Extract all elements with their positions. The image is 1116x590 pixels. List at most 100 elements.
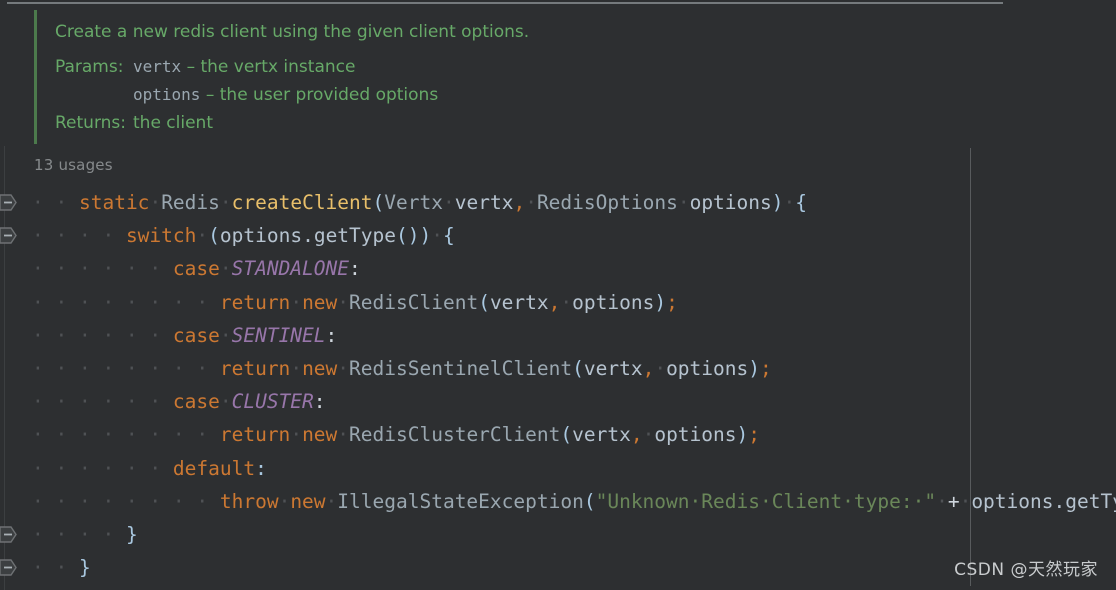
- code-token: ): [654, 291, 666, 314]
- indent-guide: · · · · · · · ·: [32, 490, 208, 513]
- doc-param-dash: –: [206, 85, 215, 105]
- indent-guide: · · · · · ·: [32, 457, 161, 480]
- doc-param-dash: –: [187, 57, 196, 77]
- code-token: ·: [290, 357, 302, 380]
- code-token: return: [220, 357, 290, 380]
- code-token: new: [290, 490, 325, 513]
- line-return-sentinel[interactable]: · · · · · · · · return·new·RedisSentinel…: [0, 352, 1116, 385]
- code-token: :: [349, 257, 361, 280]
- code-token: getType: [314, 224, 396, 247]
- indent-guide: · ·: [32, 556, 67, 579]
- code-token: case: [173, 257, 220, 280]
- code-token: :: [255, 457, 267, 480]
- code-token: ,: [549, 291, 561, 314]
- code-token: ·: [960, 490, 972, 513]
- doc-params-label: Params:: [55, 53, 133, 81]
- doc-returns-label: Returns:: [55, 109, 133, 137]
- code-token: vertx: [455, 191, 514, 214]
- code-token: options: [690, 191, 772, 214]
- code-token: RedisClusterClient: [349, 423, 560, 446]
- code-token: options: [220, 224, 302, 247]
- code-token: ): [772, 191, 784, 214]
- line-case-sentinel[interactable]: · · · · · · case·SENTINEL:: [0, 319, 1116, 352]
- indent-guide: · · · · · ·: [32, 324, 161, 347]
- code-token: switch: [126, 224, 196, 247]
- code-token: ·: [337, 291, 349, 314]
- code-token: :: [314, 390, 326, 413]
- editor-screenshot: Create a new redis client using the give…: [0, 0, 1116, 590]
- fold-marker-method-icon[interactable]: [0, 192, 18, 213]
- indent-guide: · · · ·: [32, 224, 114, 247]
- code-token: ·: [560, 291, 572, 314]
- doc-returns-value: the client: [133, 109, 985, 137]
- line-default[interactable]: · · · · · · default:: [0, 452, 1116, 485]
- line-signature[interactable]: · · static·Redis·createClient(Vertx·vert…: [0, 186, 1116, 219]
- line-case-standalone[interactable]: · · · · · · case·STANDALONE:: [0, 252, 1116, 285]
- code-token: ·: [784, 191, 796, 214]
- line-case-cluster[interactable]: · · · · · · case·CLUSTER:: [0, 385, 1116, 418]
- line-close-method[interactable]: · · }: [0, 551, 1116, 584]
- doc-param-item: options – the user provided options: [133, 85, 438, 105]
- code-lines: · · static·Redis·createClient(Vertx·vert…: [0, 186, 1116, 584]
- code-token: createClient: [232, 191, 373, 214]
- code-token: default: [173, 457, 255, 480]
- code-token: (: [572, 357, 584, 380]
- code-token: IllegalStateException: [337, 490, 584, 513]
- code-token: options: [654, 423, 736, 446]
- code-token: .: [302, 224, 314, 247]
- code-token: }: [79, 556, 91, 579]
- code-token: ·: [678, 191, 690, 214]
- code-token: STANDALONE: [232, 257, 349, 280]
- indent-guide: · · · ·: [32, 523, 114, 546]
- documentation-popup: Create a new redis client using the give…: [0, 4, 1003, 146]
- code-token: ·: [220, 257, 232, 280]
- code-token: new: [302, 423, 337, 446]
- indent-guide: · · · · · · · ·: [32, 423, 208, 446]
- code-token: ·: [290, 423, 302, 446]
- code-token: :: [326, 324, 338, 347]
- code-token: ·: [220, 191, 232, 214]
- doc-returns-row: Returns: the client: [55, 109, 985, 137]
- doc-params-row: Params: vertx – the vertx instance optio…: [55, 53, 985, 109]
- code-editor[interactable]: 13 usages · · static·Redis·createClient(…: [0, 146, 1116, 590]
- doc-params-list: vertx – the vertx instance options – the…: [133, 53, 985, 109]
- code-token: "Unknown·Redis·Client·type:·": [596, 490, 936, 513]
- line-switch[interactable]: · · · · switch·(options.getType())·{: [0, 219, 1116, 252]
- code-token: ·: [443, 191, 455, 214]
- code-token: ·: [337, 357, 349, 380]
- code-token: ·: [149, 191, 161, 214]
- code-token: .: [1054, 490, 1066, 513]
- usages-inlay-hint[interactable]: 13 usages: [34, 156, 113, 174]
- code-token: ): [737, 423, 749, 446]
- code-token: {: [795, 191, 807, 214]
- fold-marker-switch-end-icon[interactable]: [0, 524, 18, 545]
- fold-marker-method-end-icon[interactable]: [0, 557, 18, 578]
- line-close-switch[interactable]: · · · · }: [0, 518, 1116, 551]
- code-token: ;: [748, 423, 760, 446]
- code-token: (: [584, 490, 596, 513]
- doc-param-name: vertx: [133, 57, 181, 76]
- code-token: new: [302, 291, 337, 314]
- code-token: case: [173, 324, 220, 347]
- code-token: getType: [1065, 490, 1116, 513]
- code-token: ,: [513, 191, 525, 214]
- doc-summary: Create a new redis client using the give…: [55, 18, 985, 46]
- code-token: vertx: [584, 357, 643, 380]
- line-return-standalone[interactable]: · · · · · · · · return·new·RedisClient(v…: [0, 286, 1116, 319]
- indent-guide: · · · · · ·: [32, 257, 161, 280]
- line-throw[interactable]: · · · · · · · · throw·new·IllegalStateEx…: [0, 485, 1116, 518]
- code-token: static: [79, 191, 149, 214]
- code-token: ·: [431, 224, 443, 247]
- code-token: ;: [760, 357, 772, 380]
- doc-accent-bar: [34, 10, 37, 144]
- code-token: ,: [631, 423, 643, 446]
- code-token: options: [572, 291, 654, 314]
- line-return-cluster[interactable]: · · · · · · · · return·new·RedisClusterC…: [0, 418, 1116, 451]
- fold-marker-switch-icon[interactable]: [0, 225, 18, 246]
- indent-guide: · · · · · · · ·: [32, 357, 208, 380]
- code-token: ·: [279, 490, 291, 513]
- code-token: ·: [654, 357, 666, 380]
- code-token: ·: [525, 191, 537, 214]
- code-token: ·: [196, 224, 208, 247]
- code-token: return: [220, 291, 290, 314]
